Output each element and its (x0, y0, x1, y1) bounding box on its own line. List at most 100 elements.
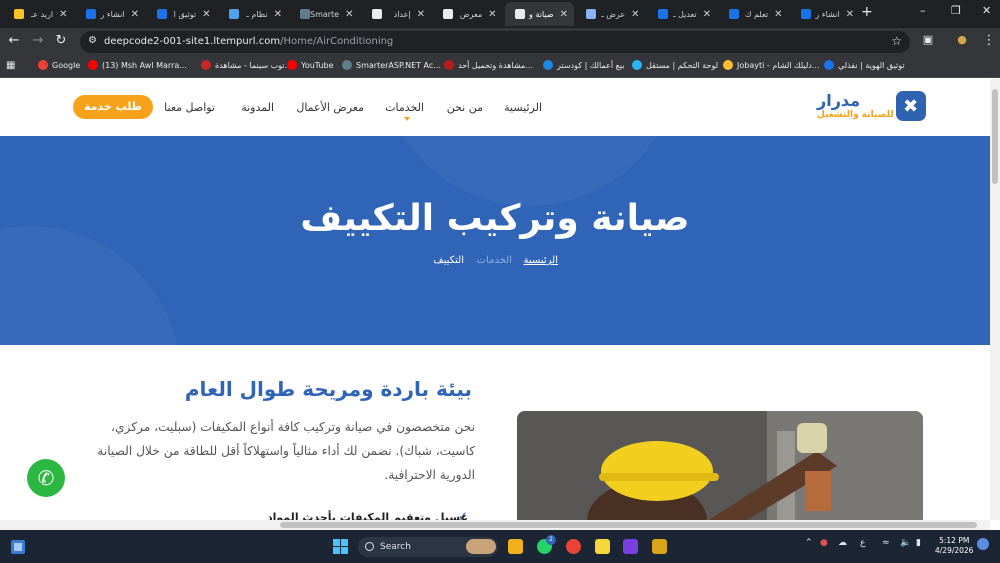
tab-close-icon[interactable]: ✕ (488, 9, 496, 20)
page-title: صيانة وتركيب التكييف (300, 198, 690, 239)
hscroll-thumb[interactable] (280, 522, 977, 528)
tab-favicon (14, 9, 24, 19)
tab-title: اريد عـ (30, 9, 54, 19)
bookmark-star-icon[interactable]: ☆ (891, 34, 902, 48)
tab-favicon (800, 9, 811, 19)
bookmark-label: (13) Msh Awl Marra... (102, 60, 187, 70)
nav-home[interactable]: الرئيسية (504, 101, 542, 114)
tab-close-icon[interactable]: ✕ (131, 9, 139, 20)
vertical-scrollbar[interactable] (990, 79, 1000, 520)
bookmark-item[interactable]: توثيق الهوية | نفذلي (824, 60, 905, 70)
tab-close-icon[interactable]: ✕ (202, 9, 210, 20)
bookmark-item[interactable]: توب سينما - مشاهدة... (201, 60, 292, 70)
bookmark-item[interactable]: Google (38, 60, 80, 70)
nav-about[interactable]: من نحن (447, 101, 483, 114)
taskbar: Search 2 ⌃ ● ☁ ع ≈ 🔈 ▮ 5:12 PM 4/29/2026 (0, 530, 1000, 563)
nav-services[interactable]: الخدمات (385, 101, 424, 114)
tab-close-icon[interactable]: ✕ (560, 9, 568, 20)
bookmark-label: لوحة التحكم | مستقل (646, 60, 719, 70)
request-service-button[interactable]: طلب خدمة (73, 95, 153, 119)
tab-close-icon[interactable]: ✕ (703, 9, 711, 20)
tab-favicon (300, 9, 310, 19)
language-indicator[interactable]: ع (860, 538, 865, 548)
bookmark-item[interactable]: SmarterASP.NET Ac... (342, 60, 441, 70)
back-icon[interactable]: ← (5, 33, 23, 48)
sticky-notes-icon[interactable] (595, 539, 610, 554)
site-header: ✖ مدرار للصيانة والتشغيل الرئيسية من نحن… (0, 79, 990, 136)
browser-tab[interactable]: توثيق ا ✕ (147, 2, 217, 26)
scroll-thumb[interactable] (992, 89, 998, 184)
nav-contact[interactable]: تواصل معنا (164, 101, 215, 114)
tab-strip: اريد عـ ✕ انشاء ر ✕ توثيق ا ✕ نظام ـ ✕ Smarte ✕ إع… (0, 0, 1000, 28)
browser-tab[interactable]: Smarte ✕ (290, 2, 360, 26)
site-info-icon[interactable]: ⚙ (88, 35, 100, 47)
reload-icon[interactable]: ↻ (52, 33, 70, 48)
menu-icon[interactable]: ⋮ (980, 33, 998, 48)
browser-tab[interactable]: عرض ـ ✕ (576, 2, 646, 26)
browser-tab[interactable]: صيانة و ✕ (504, 2, 574, 26)
horizontal-scrollbar[interactable] (0, 520, 990, 530)
security-icon[interactable]: ● (820, 538, 828, 548)
extensions-icon[interactable]: ▣ (919, 33, 937, 46)
close-window-icon[interactable]: ✕ (982, 4, 991, 17)
app-icon[interactable] (652, 539, 667, 554)
tab-close-icon[interactable]: ✕ (846, 9, 854, 20)
technician-photo (517, 411, 923, 520)
tab-close-icon[interactable]: ✕ (774, 9, 782, 20)
windows-start-icon[interactable] (333, 539, 348, 554)
bookmark-item[interactable]: YouTube (287, 60, 334, 70)
profile-avatar[interactable]: ● (953, 33, 971, 46)
tab-title: انشاء ر (815, 9, 840, 19)
tab-favicon (729, 9, 739, 19)
new-tab-button[interactable]: + (861, 4, 873, 20)
browser-tab[interactable]: تعديل ـ ✕ (648, 2, 718, 26)
breadcrumb-home[interactable]: الرئيسية (524, 255, 558, 266)
browser-tab[interactable]: تعلم ك ✕ (719, 2, 789, 26)
whatsapp-icon[interactable]: ✆ (27, 459, 65, 497)
battery-icon[interactable]: ▮ (916, 538, 921, 548)
tab-close-icon[interactable]: ✕ (59, 9, 67, 20)
search-highlight-icon[interactable] (466, 539, 496, 554)
widgets-icon[interactable] (11, 540, 25, 554)
chrome-icon[interactable] (566, 539, 581, 554)
wifi-icon[interactable]: ≈ (882, 538, 890, 548)
search-icon (365, 542, 374, 551)
clock[interactable]: 5:12 PM 4/29/2026 (935, 536, 973, 556)
user-avatar[interactable] (977, 538, 989, 550)
bookmark-favicon (723, 60, 733, 70)
bookmark-item[interactable]: Jobayti - دليلك الشام... (723, 60, 820, 70)
browser-tab[interactable]: معرض ✕ (433, 2, 503, 26)
visual-studio-icon[interactable] (623, 539, 638, 554)
tab-favicon (657, 9, 668, 19)
tab-favicon (514, 9, 525, 19)
bookmark-label: SmarterASP.NET Ac... (356, 60, 441, 70)
browser-tab[interactable]: نظام ـ ✕ (219, 2, 289, 26)
url-field[interactable]: ⚙ deepcode2-001-site1.ltempurl.com/Home/… (80, 31, 910, 53)
breadcrumb-services[interactable]: الخدمات (477, 255, 512, 266)
bookmark-item[interactable]: بيع أعمالك | كودستر (543, 60, 625, 70)
nav-portfolio[interactable]: معرض الأعمال (296, 101, 364, 114)
section-title: بيئة باردة ومريحة طوال العام (184, 377, 472, 401)
tab-title: عرض ـ (601, 9, 626, 19)
site-logo[interactable]: ✖ مدرار للصيانة والتشغيل (811, 91, 926, 121)
minimize-icon[interactable]: – (920, 4, 926, 17)
bookmark-item[interactable]: مشاهدة وتحميل أحد... (444, 60, 533, 70)
apps-grid-icon[interactable]: ▦ (6, 60, 15, 71)
browser-tab[interactable]: انشاء ر ✕ (76, 2, 146, 26)
tab-close-icon[interactable]: ✕ (417, 9, 425, 20)
chevron-up-icon[interactable]: ⌃ (805, 538, 813, 548)
tab-close-icon[interactable]: ✕ (274, 9, 282, 20)
forward-icon[interactable]: → (29, 33, 47, 48)
browser-tab[interactable]: اريد عـ ✕ (4, 2, 74, 26)
tab-close-icon[interactable]: ✕ (631, 9, 639, 20)
volume-icon[interactable]: 🔈 (900, 538, 911, 548)
tab-close-icon[interactable]: ✕ (345, 9, 353, 20)
bookmark-item[interactable]: (13) Msh Awl Marra... (88, 60, 187, 70)
file-explorer-icon[interactable] (508, 539, 523, 554)
nav-blog[interactable]: المدونة (241, 101, 274, 114)
maximize-icon[interactable]: ❐ (951, 4, 961, 17)
bookmark-item[interactable]: لوحة التحكم | مستقل (632, 60, 718, 70)
browser-tab[interactable]: انشاء ر ✕ (791, 2, 861, 26)
cloud-icon[interactable]: ☁ (838, 538, 847, 548)
browser-tab[interactable]: إعداد ✕ (362, 2, 432, 26)
